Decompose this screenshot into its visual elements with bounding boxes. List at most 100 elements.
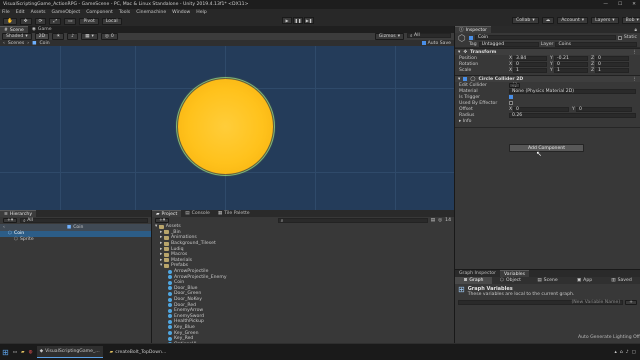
scene-viewport[interactable] — [0, 46, 454, 210]
menu-item-tools[interactable]: Tools — [119, 10, 130, 15]
lighting-toggle[interactable]: ☀ — [52, 33, 65, 40]
object-name-input[interactable]: Coin — [474, 35, 616, 41]
cloud-button[interactable]: ☁ — [541, 17, 555, 24]
notification-icon[interactable]: ▢ — [632, 350, 636, 355]
audio-toggle[interactable]: ♪ — [67, 33, 79, 40]
taskbar-item-unity[interactable]: ◆ VisualScriptingGame_... — [36, 346, 103, 358]
offset-x-input[interactable]: 0 — [513, 106, 569, 112]
tab-graph-inspector[interactable]: Graph Inspector — [455, 270, 500, 277]
static-checkbox[interactable] — [617, 35, 622, 40]
pause-button[interactable]: ❚❚ — [293, 17, 303, 24]
collider-enabled-checkbox[interactable] — [463, 77, 468, 81]
hierarchy-item-sprite[interactable]: ⬡ Sprite — [0, 237, 151, 243]
chrome-icon[interactable]: ◍ — [29, 350, 33, 355]
scope-tab-saved[interactable]: ▥ Saved — [603, 277, 640, 284]
transform-z-input[interactable]: 1 — [595, 67, 629, 73]
filter-icon[interactable]: ▤ — [431, 218, 435, 223]
layer-dropdown[interactable]: Coins — [555, 42, 637, 47]
menu-item-assets[interactable]: Assets — [31, 10, 46, 15]
transform-z-input[interactable]: 0 — [595, 55, 629, 61]
rect-tool-button[interactable]: ▭ — [64, 17, 77, 25]
tab-console[interactable]: ▤ Console — [181, 210, 214, 217]
play-button[interactable]: ▶ — [282, 17, 292, 24]
shading-dropdown[interactable]: Shaded ▾ — [2, 33, 32, 40]
is-trigger-checkbox[interactable] — [509, 95, 513, 99]
scope-tab-graph[interactable]: ⊞ Graph — [455, 277, 492, 284]
transform-header[interactable]: ▾ ✥ Transform ⋮ — [455, 48, 640, 55]
transform-y-input[interactable]: -0.21 — [554, 55, 588, 61]
add-component-button[interactable]: Add Component — [509, 144, 584, 152]
taskbar-item-explorer[interactable]: ▰ createBolt_TopDown... — [107, 346, 170, 358]
scope-tab-object[interactable]: ⬡ Object — [492, 277, 529, 284]
pivot-toggle[interactable]: Pivot — [79, 17, 99, 25]
breadcrumb-object[interactable]: Coin — [39, 41, 49, 46]
transform-x-input[interactable]: 1 — [513, 67, 547, 73]
menu-item-gameobject[interactable]: GameObject — [52, 10, 81, 15]
move-tool-button[interactable]: ✥ — [19, 17, 32, 25]
transform-x-input[interactable]: 0 — [513, 61, 547, 67]
task-view-icon[interactable]: ▭ — [13, 350, 17, 355]
layers-dropdown[interactable]: Layers ▾ — [591, 17, 619, 24]
hierarchy-search-input[interactable]: ⌕ All — [20, 218, 148, 224]
menu-item-window[interactable]: Window — [172, 10, 190, 15]
menu-item-file[interactable]: File — [2, 10, 10, 15]
maximize-icon[interactable]: ☐ — [618, 2, 622, 7]
transform-y-input[interactable]: 0 — [554, 61, 588, 67]
tab-hierarchy[interactable]: ≡ Hierarchy — [0, 210, 37, 217]
back-icon[interactable]: ‹ — [3, 225, 5, 230]
active-checkbox[interactable] — [468, 35, 473, 40]
tab-inspector[interactable]: ⓘ Inspector — [455, 26, 492, 33]
used-by-effector-checkbox[interactable] — [509, 101, 513, 105]
network-icon[interactable]: ⌂ — [620, 350, 623, 355]
scale-tool-button[interactable]: ⤢ — [49, 17, 62, 25]
tab-game[interactable]: ◉ Game — [28, 26, 56, 33]
close-icon[interactable]: ✕ — [632, 2, 636, 7]
transform-z-input[interactable]: 0 — [595, 61, 629, 67]
component-menu-icon[interactable]: ⋮ — [632, 50, 640, 55]
step-button[interactable]: ▶❚ — [304, 17, 314, 24]
component-menu-icon[interactable]: ⋮ — [632, 77, 640, 82]
scope-tab-scene[interactable]: ▤ Scene — [529, 277, 566, 284]
windows-start-icon[interactable]: ⊞ — [2, 348, 9, 357]
tab-project[interactable]: ▰ Project — [152, 210, 182, 217]
transform-x-input[interactable]: 3.84 — [513, 55, 547, 61]
hidden-objects-toggle[interactable]: ◎ 0 — [100, 33, 118, 40]
menu-item-help[interactable]: Help — [196, 10, 206, 15]
2d-toggle[interactable]: 2D — [34, 33, 50, 40]
auto-save-checkbox[interactable] — [421, 41, 426, 45]
circle-collider-gizmo[interactable] — [176, 77, 275, 176]
volume-icon[interactable]: ♪ — [626, 350, 629, 355]
gizmos-dropdown[interactable]: Gizmos ▾ — [374, 33, 404, 40]
account-dropdown[interactable]: Account ▾ — [557, 17, 589, 24]
local-toggle[interactable]: Local — [101, 17, 122, 25]
collab-dropdown[interactable]: Collab ▾ — [512, 17, 539, 24]
info-row[interactable]: ▸ Info — [455, 118, 640, 124]
create-button[interactable]: +▾ — [3, 218, 18, 223]
tab-tile-palette[interactable]: ▦ Tile Palette — [214, 210, 254, 217]
menu-item-edit[interactable]: Edit — [16, 10, 25, 15]
effects-dropdown[interactable]: ▦ ▾ — [81, 33, 98, 40]
add-variable-button[interactable]: + — [625, 300, 637, 305]
scope-tab-app[interactable]: ▣ App — [566, 277, 603, 284]
offset-y-input[interactable]: 0 — [576, 106, 632, 112]
hand-tool-button[interactable]: ✋ — [3, 17, 17, 25]
auto-save-toggle[interactable]: Auto Save — [421, 41, 454, 46]
back-icon[interactable]: ‹ — [3, 41, 5, 46]
rotate-tool-button[interactable]: ⟳ — [34, 17, 47, 25]
explorer-icon[interactable]: ▰ — [21, 350, 25, 355]
project-search-input[interactable]: ⌕ — [277, 218, 428, 224]
new-variable-input[interactable]: (New Variable Name) — [458, 300, 624, 305]
eye-icon[interactable]: ◎ — [438, 218, 442, 223]
menu-item-component[interactable]: Component — [86, 10, 113, 15]
edit-collider-button[interactable]: ⛶ — [509, 82, 521, 88]
create-asset-button[interactable]: +▾ — [155, 218, 170, 223]
tab-scene[interactable]: # Scene — [0, 26, 28, 33]
scene-search-input[interactable]: ⌕ All — [407, 33, 451, 39]
menu-item-cinemachine[interactable]: Cinemachine — [136, 10, 166, 15]
minimize-icon[interactable]: — — [603, 2, 608, 7]
lock-icon[interactable]: 🔒︎ — [635, 26, 640, 33]
breadcrumb-scenes[interactable]: Scenes — [8, 41, 24, 46]
tray-icon[interactable]: ▴ — [614, 350, 616, 355]
radius-input[interactable]: 0.26 — [509, 112, 636, 118]
tab-variables[interactable]: Variables — [499, 270, 529, 277]
